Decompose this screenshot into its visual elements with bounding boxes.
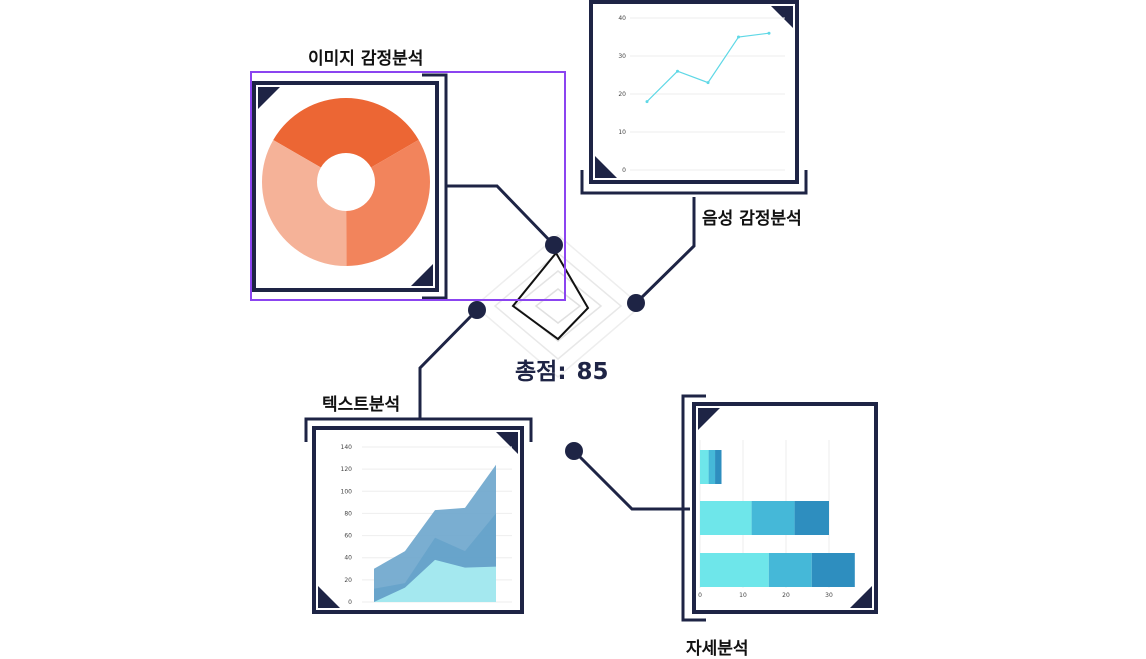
x-tick-label: 0 bbox=[698, 592, 702, 599]
bar-segment bbox=[700, 501, 752, 535]
x-tick-label: 20 bbox=[782, 592, 790, 599]
node-dot-text[interactable] bbox=[468, 301, 486, 319]
line-point bbox=[645, 100, 649, 104]
bar-segment bbox=[700, 553, 769, 587]
line-point bbox=[676, 69, 679, 73]
node-dot-image[interactable] bbox=[545, 236, 563, 254]
voice-analysis-panel[interactable]: 0 10 20 30 40 bbox=[580, 0, 808, 195]
voice-analysis-title: 음성 감정분석 bbox=[702, 209, 802, 229]
y-tick-label: 0 bbox=[622, 167, 626, 174]
node-dot-voice[interactable] bbox=[627, 294, 645, 312]
y-tick-label: 20 bbox=[618, 91, 626, 98]
line-point bbox=[767, 31, 771, 35]
y-tick-label: 140 bbox=[341, 444, 353, 451]
y-tick-label: 20 bbox=[344, 577, 352, 584]
bar-segment bbox=[768, 553, 812, 587]
y-tick-label: 40 bbox=[618, 15, 626, 22]
y-tick-label: 60 bbox=[344, 533, 352, 540]
line-point bbox=[706, 81, 710, 85]
detail-analysis-panel[interactable]: 0 10 20 30 bbox=[681, 394, 878, 622]
bar-segment bbox=[794, 501, 829, 535]
connector-voice bbox=[634, 197, 696, 305]
x-tick-label: 30 bbox=[825, 592, 833, 599]
bar-segment bbox=[700, 450, 709, 484]
image-analysis-title: 이미지 감정분석 bbox=[308, 49, 424, 69]
y-tick-label: 40 bbox=[344, 555, 352, 562]
total-score-value: 85 bbox=[576, 359, 609, 385]
connector-image bbox=[446, 184, 556, 247]
connector-text bbox=[418, 308, 479, 418]
text-analysis-title: 텍스트분석 bbox=[322, 395, 401, 415]
radar-grid-core bbox=[534, 288, 582, 324]
line-point bbox=[737, 35, 740, 39]
radar-grid-inner bbox=[513, 270, 603, 342]
y-tick-label: 100 bbox=[341, 488, 353, 495]
text-analysis-panel[interactable]: 0 20 40 60 80 100 120 140 bbox=[304, 417, 533, 614]
bar-segment bbox=[751, 501, 795, 535]
y-tick-label: 30 bbox=[618, 53, 626, 60]
x-tick-label: 10 bbox=[739, 592, 747, 599]
image-analysis-panel[interactable] bbox=[250, 71, 566, 301]
total-score-label: 총점: bbox=[515, 359, 567, 385]
bar-segment bbox=[811, 553, 855, 587]
bar-segment bbox=[715, 450, 722, 484]
bar-segment bbox=[708, 450, 716, 484]
y-tick-label: 120 bbox=[341, 466, 353, 473]
y-tick-label: 80 bbox=[344, 510, 352, 517]
analysis-dashboard: 0 10 20 30 40 0 20 40 60 80 100 120 140 0 10 20 30 bbox=[250, 0, 878, 622]
y-tick-label: 10 bbox=[618, 129, 626, 136]
connector-detail bbox=[572, 449, 690, 511]
total-score: 총점: 85 bbox=[515, 352, 609, 386]
node-dot-detail[interactable] bbox=[565, 442, 583, 460]
y-tick-label: 0 bbox=[348, 599, 352, 606]
detail-analysis-title: 자세분석 bbox=[686, 639, 749, 659]
